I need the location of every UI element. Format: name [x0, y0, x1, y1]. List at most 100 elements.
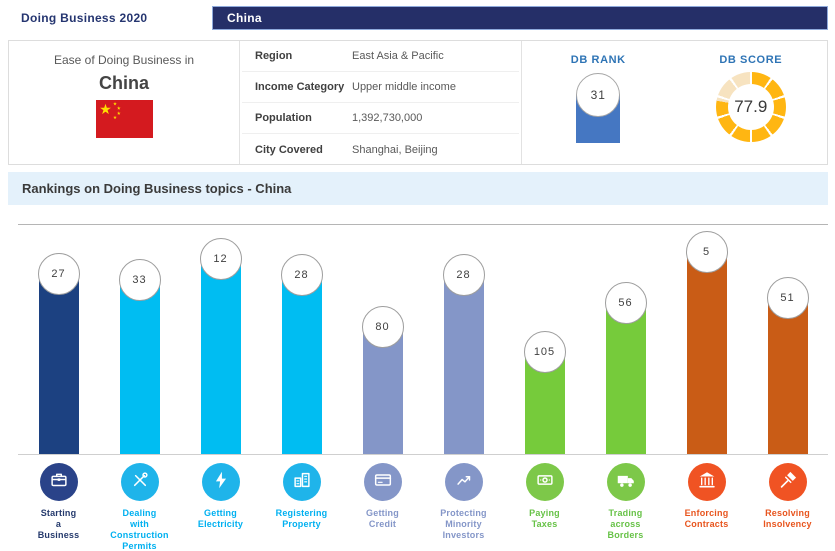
topic-label[interactable]: EnforcingContracts	[666, 508, 747, 530]
topic-label[interactable]: TradingacrossBorders	[585, 508, 666, 541]
db-rank-value: 31	[576, 73, 620, 117]
rank-value: 12	[213, 253, 227, 265]
db-rank-label: DB RANK	[522, 54, 675, 66]
fact-label: Region	[242, 50, 352, 62]
rank-circle: 27	[38, 253, 80, 295]
gauges-section: DB RANK 31 DB SCORE 77.9	[521, 41, 827, 164]
fact-row: RegionEast Asia & Pacific	[242, 41, 519, 72]
topic-label[interactable]: StartingaBusiness	[18, 508, 99, 541]
rank-circle: 80	[362, 306, 404, 348]
topic-item: EnforcingContracts	[666, 463, 747, 551]
rank-value: 5	[703, 246, 710, 258]
topic-item: PayingTaxes	[504, 463, 585, 551]
rank-bar	[768, 298, 808, 454]
rank-value: 28	[294, 269, 308, 281]
topic-label[interactable]: GettingCredit	[342, 508, 423, 530]
header-country-tab: China	[212, 6, 828, 30]
rank-value: 51	[780, 292, 794, 304]
doing-business-report-page: Doing Business 2020 China Ease of Doing …	[0, 0, 835, 551]
panel-title: Ease of Doing Business in	[9, 53, 239, 67]
buildings-icon	[291, 469, 313, 496]
topic-legend-row: StartingaBusinessDealingwithConstruction…	[18, 463, 828, 551]
topic-label[interactable]: ResolvingInsolvency	[747, 508, 828, 530]
fact-label: City Covered	[242, 144, 352, 156]
db-rank-block: DB RANK 31	[522, 41, 675, 164]
topic-icon-circle[interactable]	[202, 463, 240, 501]
tools-icon	[129, 469, 151, 496]
rank-value: 28	[456, 269, 470, 281]
china-flag	[9, 100, 239, 143]
topic-item: GettingElectricity	[180, 463, 261, 551]
country-overview-panel: Ease of Doing Business in China RegionEa…	[8, 40, 828, 165]
money-icon	[534, 469, 556, 496]
topic-column: 105	[504, 225, 585, 454]
db-rank-graphic: 31	[576, 73, 620, 143]
topic-item: DealingwithConstructionPermits	[99, 463, 180, 551]
rank-value: 105	[534, 346, 555, 358]
topic-column: 5	[666, 225, 747, 454]
topic-item: RegisteringProperty	[261, 463, 342, 551]
topic-icon-circle[interactable]	[121, 463, 159, 501]
topic-label[interactable]: ProtectingMinorityInvestors	[423, 508, 504, 541]
topic-icon-circle[interactable]	[445, 463, 483, 501]
rank-bar	[120, 280, 160, 454]
rank-circle: 56	[605, 282, 647, 324]
topic-label[interactable]: DealingwithConstructionPermits	[99, 508, 180, 551]
topic-rankings-chart: 27 33 12 28 80 28 105 56 5 51	[18, 224, 828, 455]
rank-value: 27	[51, 268, 65, 280]
rank-circle: 12	[200, 238, 242, 280]
topic-label[interactable]: RegisteringProperty	[261, 508, 342, 530]
fact-value: Shanghai, Beijing	[352, 144, 438, 156]
truck-icon	[615, 469, 637, 496]
topic-label[interactable]: PayingTaxes	[504, 508, 585, 530]
topic-icon-circle[interactable]	[283, 463, 321, 501]
topic-icon-circle[interactable]	[769, 463, 807, 501]
chart-up-icon	[453, 469, 475, 496]
rank-bar	[444, 275, 484, 454]
rank-circle: 5	[686, 231, 728, 273]
topic-item: ResolvingInsolvency	[747, 463, 828, 551]
credit-card-icon	[372, 469, 394, 496]
rank-circle: 51	[767, 277, 809, 319]
topic-column: 80	[342, 225, 423, 454]
topic-column: 28	[423, 225, 504, 454]
rank-value: 80	[375, 321, 389, 333]
report-brand-tab: Doing Business 2020	[8, 6, 212, 30]
rank-bar	[39, 274, 79, 454]
db-score-value: 77.9	[728, 84, 774, 130]
courthouse-icon	[696, 469, 718, 496]
topic-icon-circle[interactable]	[364, 463, 402, 501]
rank-bar	[687, 252, 727, 454]
fact-value: East Asia & Pacific	[352, 50, 444, 62]
fact-row: Population1,392,730,000	[242, 103, 519, 134]
topic-column: 56	[585, 225, 666, 454]
fact-value: 1,392,730,000	[352, 112, 422, 124]
fact-row: Income CategoryUpper middle income	[242, 72, 519, 103]
topic-item: ProtectingMinorityInvestors	[423, 463, 504, 551]
country-facts-table: RegionEast Asia & PacificIncome Category…	[239, 41, 521, 164]
rank-circle: 105	[524, 331, 566, 373]
topic-item: GettingCredit	[342, 463, 423, 551]
db-score-label: DB SCORE	[675, 54, 828, 66]
country-identity-section: Ease of Doing Business in China	[9, 41, 239, 164]
rank-circle: 33	[119, 259, 161, 301]
topic-icon-circle[interactable]	[40, 463, 78, 501]
topic-column: 27	[18, 225, 99, 454]
topic-icon-circle[interactable]	[688, 463, 726, 501]
db-score-gauge: 77.9	[716, 72, 786, 142]
rank-bar	[201, 259, 241, 454]
db-score-block: DB SCORE 77.9	[675, 41, 828, 164]
rank-bar	[606, 303, 646, 454]
topic-item: StartingaBusiness	[18, 463, 99, 551]
rank-value: 33	[132, 274, 146, 286]
fact-value: Upper middle income	[352, 81, 456, 93]
topic-column: 33	[99, 225, 180, 454]
topic-label[interactable]: GettingElectricity	[180, 508, 261, 530]
rank-circle: 28	[443, 254, 485, 296]
gavel-icon	[777, 469, 799, 496]
fact-label: Population	[242, 112, 352, 124]
topic-icon-circle[interactable]	[526, 463, 564, 501]
bolt-icon	[210, 469, 232, 496]
topic-column: 28	[261, 225, 342, 454]
topic-icon-circle[interactable]	[607, 463, 645, 501]
